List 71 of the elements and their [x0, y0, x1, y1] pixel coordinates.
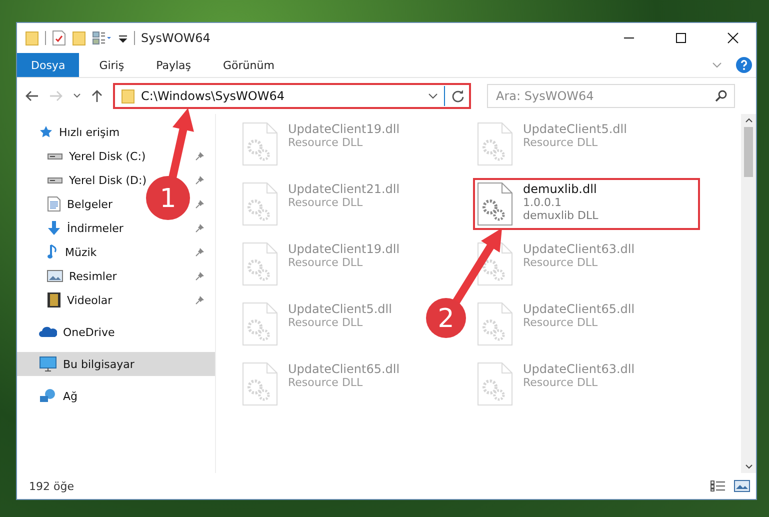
- dll-file-icon: [477, 182, 513, 226]
- maximize-icon: [675, 32, 687, 44]
- music-note-icon: [47, 244, 59, 260]
- properties-icon[interactable]: [52, 30, 66, 46]
- folder-icon: [121, 88, 135, 104]
- dll-file-icon: [477, 122, 513, 166]
- view-options-icon[interactable]: [92, 30, 112, 46]
- close-icon: [727, 32, 739, 44]
- address-path: C:\Windows\SysWOW64: [141, 89, 284, 103]
- search-icon[interactable]: [715, 90, 727, 102]
- expand-ribbon-icon[interactable]: [712, 62, 722, 68]
- sidebar-item[interactable]: İndirmeler: [47, 216, 124, 240]
- monitor-icon: [39, 356, 57, 372]
- callout-arrow: [168, 108, 194, 180]
- dll-file-icon: [242, 182, 278, 226]
- chevron-down-icon[interactable]: [73, 93, 81, 99]
- sidebar-item[interactable]: Yerel Disk (D:): [47, 168, 147, 192]
- drive-icon: [47, 176, 63, 184]
- large-icons-view-icon[interactable]: [734, 480, 750, 492]
- ribbon-tab[interactable]: Paylaş: [144, 53, 203, 77]
- network-globe-icon: [39, 388, 57, 404]
- dll-file-icon: [242, 362, 278, 406]
- film-strip-icon: [47, 292, 61, 308]
- star-icon: [39, 125, 53, 139]
- pin-icon[interactable]: [195, 271, 205, 281]
- dll-file-icon: [242, 242, 278, 286]
- drive-icon: [47, 152, 63, 160]
- minimize-icon: [623, 37, 635, 39]
- picture-icon: [47, 269, 63, 283]
- sidebar-item[interactable]: Bu bilgisayar: [17, 352, 215, 376]
- sidebar-item[interactable]: Ağ: [17, 384, 215, 408]
- back-arrow-icon[interactable]: [25, 90, 39, 102]
- ribbon-tab[interactable]: Dosya: [17, 53, 80, 77]
- up-arrow-icon[interactable]: [91, 89, 103, 103]
- pin-icon[interactable]: [195, 175, 205, 185]
- sidebar-item[interactable]: Müzik: [47, 240, 97, 264]
- pin-icon[interactable]: [195, 295, 205, 305]
- sidebar-item[interactable]: Videolar: [47, 288, 112, 312]
- dll-file-icon: [477, 302, 513, 346]
- ribbon-tab[interactable]: Görünüm: [211, 53, 286, 77]
- scroll-down-icon[interactable]: [744, 464, 752, 469]
- scroll-thumb[interactable]: [744, 127, 753, 177]
- pin-icon[interactable]: [195, 199, 205, 209]
- item-count: 192 öğe: [29, 480, 74, 492]
- details-view-icon[interactable]: [710, 480, 726, 492]
- pin-icon[interactable]: [195, 247, 205, 257]
- pin-icon[interactable]: [195, 223, 205, 233]
- pin-icon[interactable]: [195, 151, 205, 161]
- dll-file-icon: [242, 302, 278, 346]
- chevron-down-icon[interactable]: [428, 93, 438, 99]
- sidebar-item[interactable]: Hızlı erişim: [17, 120, 215, 144]
- help-icon[interactable]: [736, 57, 752, 73]
- step-number-badge: 2: [426, 298, 466, 338]
- dll-file-icon: [242, 122, 278, 166]
- ribbon-tab[interactable]: Giriş: [87, 53, 136, 77]
- sidebar-item[interactable]: OneDrive: [17, 320, 215, 344]
- window-title: SysWOW64: [141, 31, 210, 45]
- sidebar-item[interactable]: Resimler: [47, 264, 117, 288]
- sidebar-item[interactable]: Belgeler: [47, 192, 112, 216]
- dll-file-icon: [477, 362, 513, 406]
- search-field[interactable]: Ara: SysWOW64: [487, 84, 735, 108]
- sidebar-item[interactable]: Yerel Disk (C:): [47, 144, 146, 168]
- address-bar[interactable]: C:\Windows\SysWOW64: [113, 83, 471, 109]
- scroll-up-icon[interactable]: [744, 118, 752, 123]
- download-arrow-icon: [47, 220, 61, 236]
- refresh-icon[interactable]: [451, 89, 465, 103]
- vertical-scrollbar[interactable]: [741, 114, 756, 473]
- step-number-badge: 1: [146, 176, 190, 220]
- cloud-icon: [39, 326, 57, 338]
- file-item[interactable]: demuxlib.dll 1.0.0.1 demuxlib DLL: [473, 178, 700, 230]
- document-icon: [47, 196, 61, 212]
